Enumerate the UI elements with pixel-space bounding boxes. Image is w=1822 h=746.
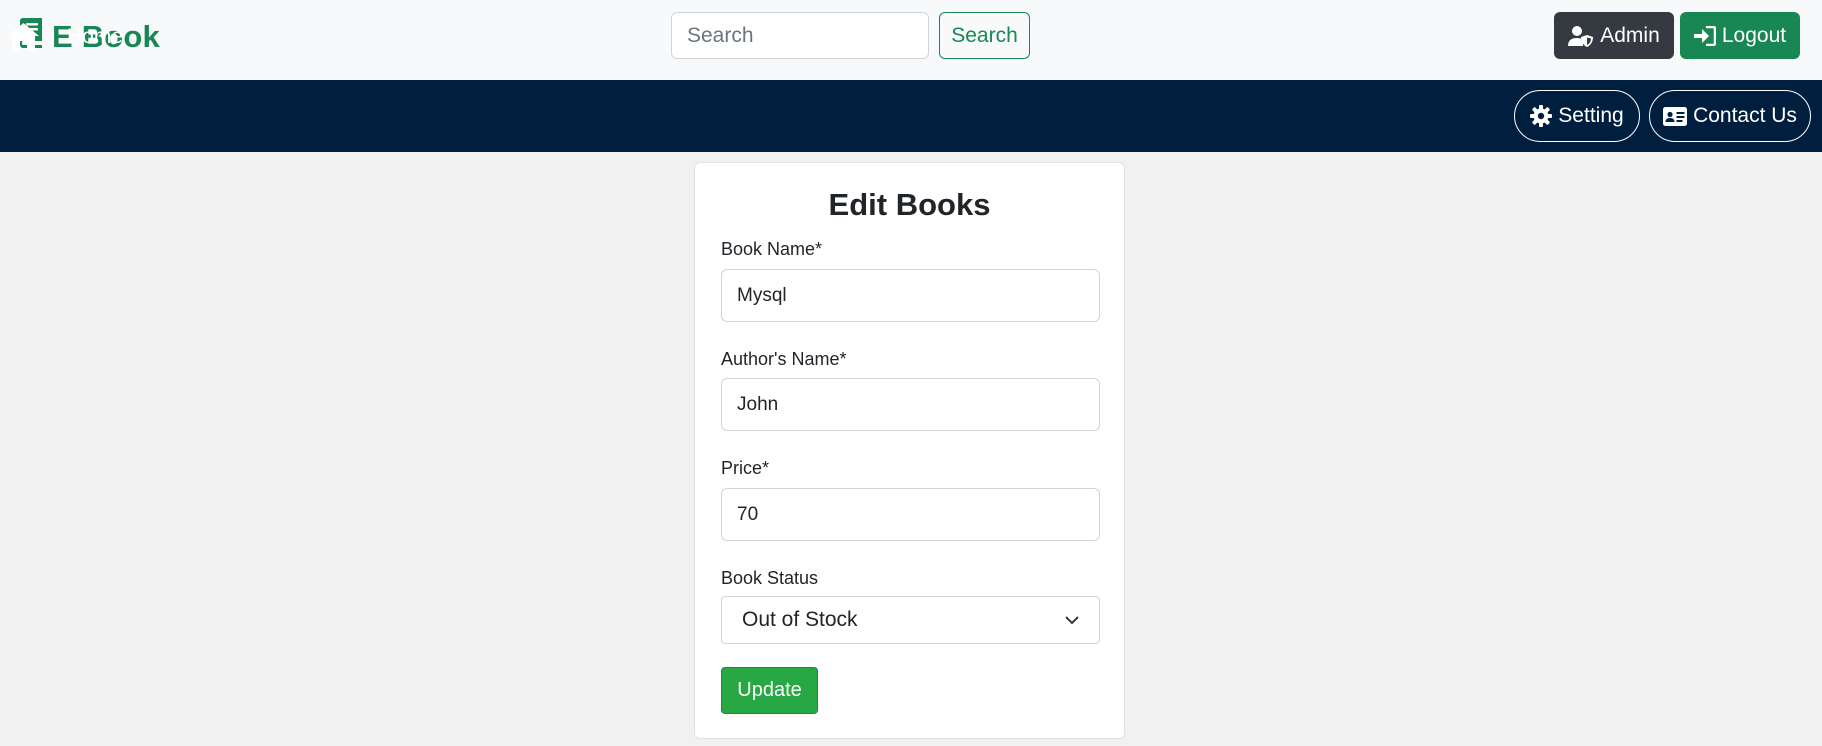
setting-label: Setting <box>1558 104 1624 127</box>
search-input[interactable] <box>671 12 929 59</box>
book-status-selected: Out of Stock <box>742 608 858 631</box>
update-button[interactable]: Update <box>721 667 818 714</box>
setting-button[interactable]: Setting <box>1514 90 1640 142</box>
admin-label: Admin <box>1600 23 1660 47</box>
home-icon[interactable] <box>8 23 39 50</box>
logout-button[interactable]: Logout <box>1680 12 1800 59</box>
book-name-label: Book Name* <box>721 239 823 259</box>
sign-in-icon <box>1693 25 1716 46</box>
contact-us-button[interactable]: Contact Us <box>1649 90 1811 142</box>
contact-label: Contact Us <box>1693 104 1797 127</box>
price-input[interactable] <box>721 488 1100 541</box>
nav-home-link[interactable]: Home <box>67 23 123 50</box>
chevron-down-icon <box>1065 615 1079 625</box>
book-status-label: Book Status <box>721 568 819 588</box>
user-shield-icon <box>1568 25 1594 47</box>
author-name-input[interactable] <box>721 378 1100 431</box>
author-name-label: Author's Name* <box>721 349 847 369</box>
page-title: Edit Books <box>828 187 991 222</box>
search-button[interactable]: Search <box>939 12 1030 59</box>
edit-book-card: Edit Books Book Name* Author's Name* Pri… <box>694 162 1125 739</box>
top-header: E Book Search Admin Logout <box>0 0 1822 80</box>
book-name-input[interactable] <box>721 269 1100 322</box>
book-status-select[interactable]: Out of Stock <box>721 596 1100 644</box>
admin-button[interactable]: Admin <box>1554 12 1674 59</box>
logout-label: Logout <box>1721 23 1787 47</box>
gear-icon <box>1530 105 1553 127</box>
id-card-icon <box>1663 106 1688 126</box>
price-label: Price* <box>721 458 770 478</box>
